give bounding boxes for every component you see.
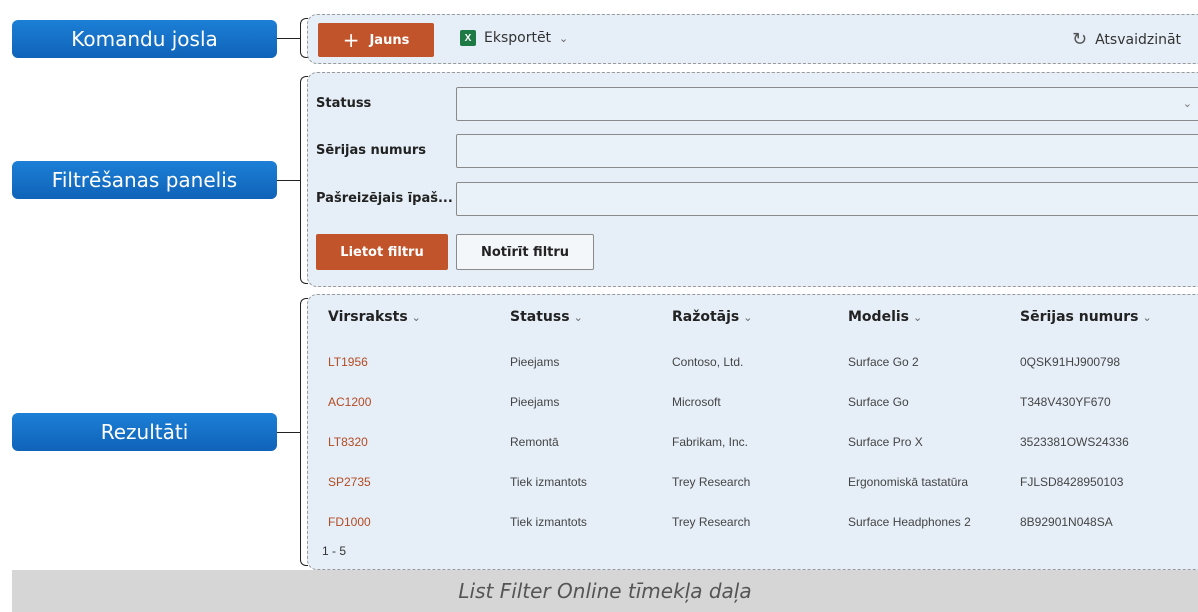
manufacturer-cell: Contoso, Ltd. [672,355,744,369]
chevron-down-icon: ⌄ [913,311,923,324]
serial-number-cell: 3523381OWS24336 [1020,435,1129,449]
callout-command-bar: Komandu josla [12,20,277,58]
table-row[interactable]: AC1200 Pieejams Microsoft Surface Go T34… [308,383,1198,423]
export-button[interactable]: X Eksportēt ⌄ [460,30,568,46]
column-header-status[interactable]: Statuss ⌄ [510,309,583,325]
chevron-down-icon: ⌄ [1142,311,1152,324]
filter-label-status: Statuss [316,96,372,111]
column-header-label: Sērijas numurs [1020,309,1139,325]
model-cell: Ergonomiskā tastatūra [848,475,969,489]
figure-caption: List Filter Online tīmekļa daļa [12,570,1198,612]
model-cell: Surface Pro X [848,435,923,449]
title-link[interactable]: AC1200 [328,395,371,409]
chevron-down-icon: ⌄ [573,311,583,324]
title-link[interactable]: LT8320 [328,435,368,449]
table-row[interactable]: FD1000 Tiek izmantots Trey Research Surf… [308,503,1198,543]
column-header-label: Modelis [848,309,909,325]
column-header-label: Ražotājs [672,309,740,325]
status-cell: Tiek izmantots [510,515,587,529]
refresh-icon: ↻ [1072,29,1088,50]
manufacturer-cell: Fabrikam, Inc. [672,435,749,449]
command-bar: + Jauns X Eksportēt ⌄ ↻ Atsvaidzināt [307,14,1198,64]
filter-label-serial-number: Sērijas numurs [316,143,426,158]
apply-filter-button[interactable]: Lietot filtru [316,234,448,270]
chevron-down-icon: ⌄ [411,311,421,324]
callout-connector [277,38,301,39]
export-button-label: Eksportēt [484,30,552,46]
status-cell: Remontā [510,435,559,449]
column-header-title[interactable]: Virsraksts ⌄ [328,309,421,325]
pagination-label: 1 - 5 [322,544,347,558]
new-button-label: Jauns [369,32,410,48]
results-panel: Virsraksts ⌄ Statuss ⌄ Ražotājs ⌄ Modelis ⌄ … [307,294,1198,570]
column-header-manufacturer[interactable]: Ražotājs ⌄ [672,309,752,325]
serial-number-cell: 8B92901N048SA [1020,515,1113,529]
title-link[interactable]: SP2735 [328,475,371,489]
callout-connector [277,180,301,181]
column-header-label: Statuss [510,309,570,325]
model-cell: Surface Go [848,395,909,409]
title-link[interactable]: FD1000 [328,515,371,529]
table-row[interactable]: LT8320 Remontā Fabrikam, Inc. Surface Pr… [308,423,1198,463]
status-cell: Pieejams [510,355,560,369]
table-row[interactable]: SP2735 Tiek izmantots Trey Research Ergo… [308,463,1198,503]
column-header-label: Virsraksts [328,309,408,325]
chevron-down-icon: ⌄ [1182,98,1192,110]
manufacturer-cell: Microsoft [672,395,721,409]
excel-icon: X [460,30,476,46]
status-cell: Pieejams [510,395,560,409]
column-header-model[interactable]: Modelis ⌄ [848,309,922,325]
manufacturer-cell: Trey Research [672,515,751,529]
new-button[interactable]: + Jauns [318,23,434,57]
refresh-button[interactable]: ↻ Atsvaidzināt [1072,29,1181,50]
serial-number-input[interactable] [456,134,1198,168]
model-cell: Surface Headphones 2 [848,515,971,529]
serial-number-cell: FJLSD8428950103 [1020,475,1124,489]
chevron-down-icon: ⌄ [743,311,753,324]
callout-filter-panel: Filtrēšanas panelis [12,161,277,199]
callout-connector [277,432,301,433]
model-cell: Surface Go 2 [848,355,919,369]
filter-label-current-owner: Pašreizējais īpaš... [316,191,453,206]
chevron-down-icon: ⌄ [559,31,569,45]
manufacturer-cell: Trey Research [672,475,751,489]
clear-filter-button[interactable]: Notīrīt filtru [456,234,594,270]
current-owner-input[interactable] [456,182,1198,216]
serial-number-cell: T348V430YF670 [1020,395,1111,409]
callout-results: Rezultāti [12,413,277,451]
serial-number-cell: 0QSK91HJ900798 [1020,355,1121,369]
filter-panel: Statuss ⌄ Sērijas numurs Pašreizējais īp… [307,72,1198,287]
plus-icon: + [342,28,360,52]
column-header-serial-number[interactable]: Sērijas numurs ⌄ [1020,309,1152,325]
title-link[interactable]: LT1956 [328,355,368,369]
refresh-button-label: Atsvaidzināt [1095,31,1182,48]
status-cell: Tiek izmantots [510,475,587,489]
table-row[interactable]: LT1956 Pieejams Contoso, Ltd. Surface Go… [308,343,1198,383]
status-dropdown[interactable]: ⌄ [456,87,1198,121]
